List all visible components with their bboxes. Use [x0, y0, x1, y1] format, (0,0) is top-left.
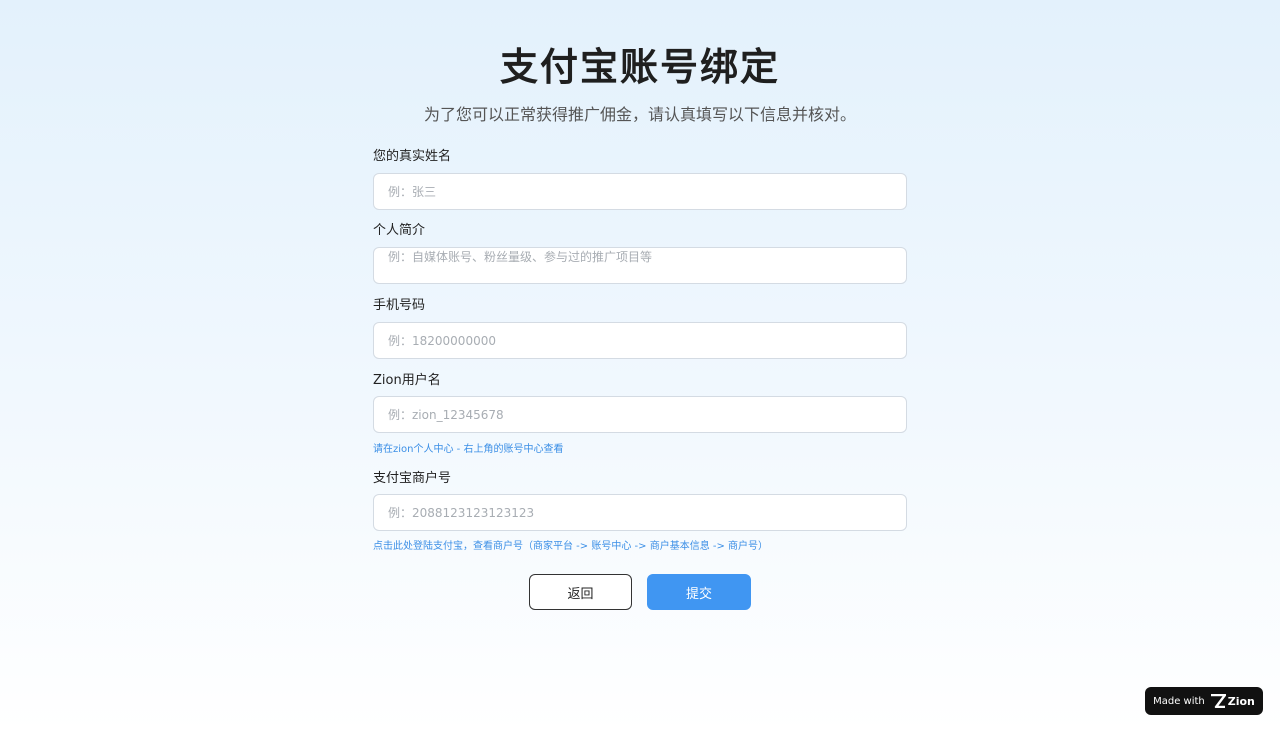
zion-username-input[interactable]	[373, 396, 907, 433]
back-button[interactable]: 返回	[529, 574, 632, 610]
alipay-merchant-field: 支付宝商户号	[373, 470, 907, 488]
page-title: 支付宝账号绑定	[499, 45, 780, 89]
alipay-merchant-input[interactable]	[373, 494, 907, 531]
zion-brand-text: Zion	[1227, 694, 1255, 708]
zion-logo-icon	[1210, 694, 1226, 708]
zion-brand: Zion	[1210, 694, 1255, 708]
bio-input[interactable]	[373, 247, 907, 284]
bio-field: 个人简介	[373, 222, 907, 240]
real-name-input[interactable]	[373, 173, 907, 210]
phone-input[interactable]	[373, 322, 907, 359]
alipay-merchant-label: 支付宝商户号	[373, 471, 452, 486]
zion-username-hint: 请在zion个人中心 - 右上角的账号中心查看	[373, 444, 564, 455]
real-name-label: 您的真实姓名	[373, 149, 452, 164]
real-name-field: 您的真实姓名	[373, 148, 907, 166]
alipay-login-link[interactable]: 点击此处登陆支付宝，查看商户号（商家平台 -> 账号中心 -> 商户基本信息 -…	[373, 537, 768, 552]
phone-label: 手机号码	[373, 298, 426, 313]
submit-button[interactable]: 提交	[647, 574, 751, 610]
bio-label: 个人简介	[373, 223, 426, 238]
phone-field: 手机号码	[373, 297, 907, 315]
page-subtitle: 为了您可以正常获得推广佣金，请认真填写以下信息并核对。	[423, 105, 856, 124]
zion-username-field: Zion用户名	[373, 372, 907, 390]
made-with-label: Made with	[1153, 695, 1205, 707]
zion-username-label: Zion用户名	[373, 373, 441, 388]
made-with-zion-badge[interactable]: Made with Zion	[1145, 687, 1263, 715]
